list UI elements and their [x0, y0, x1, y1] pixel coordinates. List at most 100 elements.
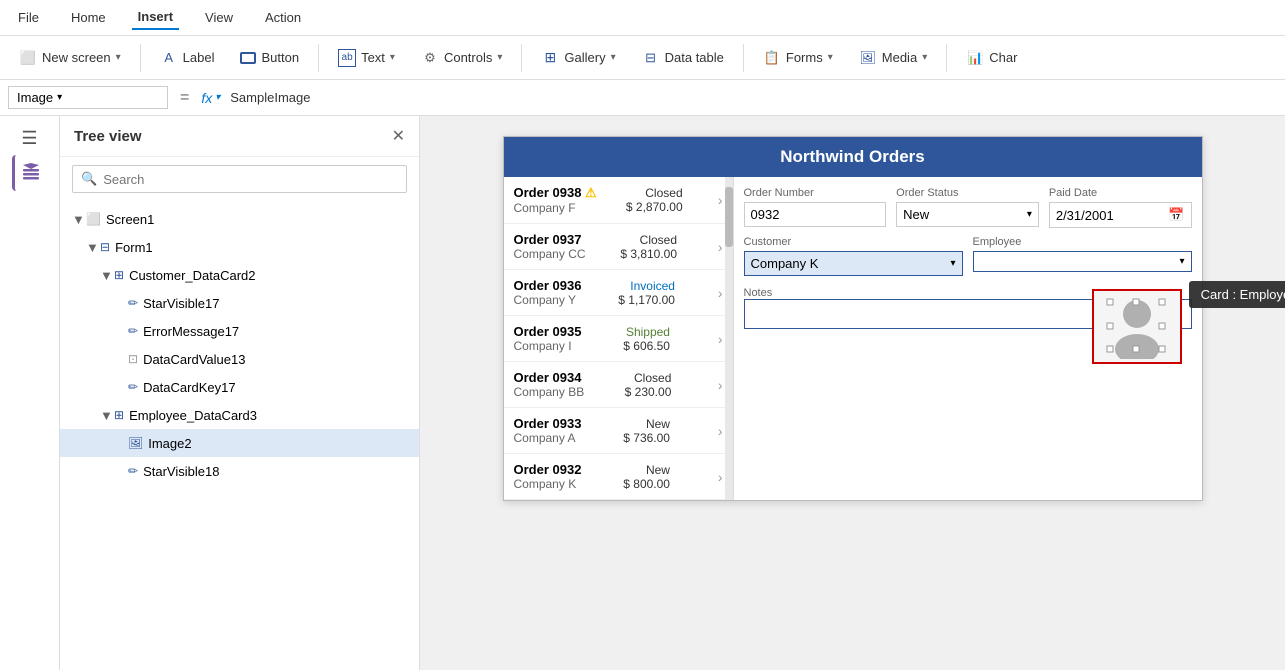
- order-left-0938: Order 0938 ⚠ Company F: [514, 185, 597, 215]
- order-item-0934[interactable]: Order 0934 Company BB Closed $ 230.00 ›: [504, 362, 733, 408]
- employee-select[interactable]: ▾: [973, 251, 1192, 272]
- order-item-0932[interactable]: Order 0932 Company K New $ 800.00 ›: [504, 454, 733, 500]
- card-tooltip: Card : Employee: [1189, 281, 1285, 308]
- forms-icon: 📋: [763, 49, 781, 67]
- paid-date-input[interactable]: 2/31/2001 📅: [1049, 202, 1192, 228]
- formula-input[interactable]: SampleImage: [226, 88, 1277, 107]
- toolbar-sep-3: [521, 44, 522, 72]
- new-screen-button[interactable]: ⬜ New screen ▾: [8, 43, 132, 73]
- tree-node-customer-datacard2[interactable]: ▼ ⊞ Customer_DataCard2: [60, 261, 419, 289]
- star-icon-2: ✏: [128, 464, 138, 478]
- menu-file[interactable]: File: [12, 6, 45, 29]
- tree-node-errormessage17[interactable]: ✏ ErrorMessage17: [60, 317, 419, 345]
- tree-node-starvisible17[interactable]: ✏ StarVisible17: [60, 289, 419, 317]
- tree-close-button[interactable]: ✕: [392, 126, 405, 146]
- calendar-icon[interactable]: 📅: [1168, 207, 1184, 223]
- customer-field: Customer Company K ▾: [744, 236, 963, 276]
- sidebar-layers-icon[interactable]: [12, 155, 48, 191]
- controls-button[interactable]: ⚙ Controls ▾: [410, 43, 513, 73]
- tree-node-screen1[interactable]: ▼ ⬜ Screen1: [60, 205, 419, 233]
- order-chevron-0936: ›: [718, 285, 723, 301]
- employee-card[interactable]: Card : Employee: [1092, 289, 1182, 364]
- tree-label-image2: Image2: [148, 436, 191, 451]
- input-icon-1: ⊡: [128, 352, 138, 366]
- app-header: Northwind Orders: [504, 137, 1202, 177]
- detail-panel: Order Number 0932 Order Status New ▾: [734, 177, 1202, 500]
- order-number-label: Order Number: [744, 187, 887, 199]
- formula-fx-label: fx ▾: [201, 90, 220, 106]
- new-screen-chevron: ▾: [116, 52, 121, 63]
- order-number-input[interactable]: 0932: [744, 202, 887, 227]
- button-button[interactable]: Button: [229, 44, 310, 71]
- paid-date-label: Paid Date: [1049, 187, 1192, 199]
- menu-insert[interactable]: Insert: [132, 5, 179, 30]
- button-icon: [240, 52, 256, 64]
- new-screen-icon: ⬜: [19, 49, 37, 67]
- order-item-0935[interactable]: Order 0935 Company I Shipped $ 606.50 ›: [504, 316, 733, 362]
- app-body: Order 0938 ⚠ Company F Closed $ 2,870.00…: [504, 177, 1202, 500]
- tree-node-form1[interactable]: ▼ ⊟ Form1: [60, 233, 419, 261]
- order-item-0938[interactable]: Order 0938 ⚠ Company F Closed $ 2,870.00…: [504, 177, 733, 224]
- search-input[interactable]: [103, 172, 398, 187]
- forms-button[interactable]: 📋 Forms ▾: [752, 43, 844, 73]
- tree-search-box[interactable]: 🔍: [72, 165, 407, 193]
- tree-node-starvisible18[interactable]: ✏ StarVisible18: [60, 457, 419, 485]
- toolbar-sep-1: [140, 44, 141, 72]
- formula-selector[interactable]: Image ▾: [8, 86, 168, 109]
- customer-select[interactable]: Company K ▾: [744, 251, 963, 276]
- tree-node-datacardkey17[interactable]: ✏ DataCardKey17: [60, 373, 419, 401]
- detail-row-2: Customer Company K ▾ Employee: [744, 236, 1192, 276]
- tree-label-datacardkey17: DataCardKey17: [143, 380, 236, 395]
- emp-datacard-icon: ⊞: [114, 408, 124, 422]
- hamburger-icon[interactable]: ☰: [17, 124, 41, 153]
- paid-date-value: 2/31/2001: [1056, 208, 1114, 223]
- list-scrollbar[interactable]: [725, 177, 733, 500]
- app-title: Northwind Orders: [780, 147, 925, 166]
- order-status-select[interactable]: New ▾: [896, 202, 1039, 227]
- label-button[interactable]: A Label: [149, 43, 226, 73]
- key-icon-1: ✏: [128, 380, 138, 394]
- star-icon-1: ✏: [128, 296, 138, 310]
- datacard-icon: ⊞: [114, 268, 124, 282]
- order-status-label: Order Status: [896, 187, 1039, 199]
- toolbar: ⬜ New screen ▾ A Label Button ab Text ▾ …: [0, 36, 1285, 80]
- controls-chevron: ▾: [497, 52, 502, 63]
- text-button[interactable]: ab Text ▾: [327, 43, 406, 73]
- data-table-button[interactable]: ⊟ Data table: [631, 43, 735, 73]
- menu-home[interactable]: Home: [65, 6, 112, 29]
- order-chevron-0938: ›: [718, 192, 723, 208]
- order-item-0933[interactable]: Order 0933 Company A New $ 736.00 ›: [504, 408, 733, 454]
- error-icon-1: ✏: [128, 324, 138, 338]
- gallery-icon: ⊞: [541, 49, 559, 67]
- tree-label-errormessage17: ErrorMessage17: [143, 324, 239, 339]
- tree-label-starvisible18: StarVisible18: [143, 464, 219, 479]
- menu-action[interactable]: Action: [259, 6, 307, 29]
- menu-view[interactable]: View: [199, 6, 239, 29]
- order-item-0937[interactable]: Order 0937 Company CC Closed $ 3,810.00 …: [504, 224, 733, 270]
- employee-arrow: ▾: [1179, 256, 1184, 267]
- media-icon: 🖼: [859, 49, 877, 67]
- tree-node-employee-datacard3[interactable]: ▼ ⊞ Employee_DataCard3: [60, 401, 419, 429]
- customer-value: Company K: [751, 256, 819, 271]
- controls-icon: ⚙: [421, 49, 439, 67]
- tree-label-employee-datacard3: Employee_DataCard3: [129, 408, 257, 423]
- order-item-0936[interactable]: Order 0936 Company Y Invoiced $ 1,170.00…: [504, 270, 733, 316]
- tree-label-screen1: Screen1: [106, 212, 154, 227]
- order-chevron-0932: ›: [718, 469, 723, 485]
- chart-button[interactable]: 📊 Char: [955, 43, 1028, 73]
- order-status-field: Order Status New ▾: [896, 187, 1039, 228]
- tree-node-datacardvalue13[interactable]: ⊡ DataCardValue13: [60, 345, 419, 373]
- media-button[interactable]: 🖼 Media ▾: [848, 43, 938, 73]
- employee-label: Employee: [973, 236, 1192, 248]
- tree-node-image2[interactable]: 🖼 Image2: [60, 429, 419, 457]
- tree-title: Tree view: [74, 128, 142, 145]
- customer-label: Customer: [744, 236, 963, 248]
- paid-date-field: Paid Date 2/31/2001 📅: [1049, 187, 1192, 228]
- toolbar-sep-4: [743, 44, 744, 72]
- orders-list: Order 0938 ⚠ Company F Closed $ 2,870.00…: [504, 177, 734, 500]
- formula-selector-arrow: ▾: [57, 92, 62, 103]
- gallery-button[interactable]: ⊞ Gallery ▾: [530, 43, 626, 73]
- order-status-value: New: [903, 207, 929, 222]
- order-chevron-0934: ›: [718, 377, 723, 393]
- order-number-field: Order Number 0932: [744, 187, 887, 228]
